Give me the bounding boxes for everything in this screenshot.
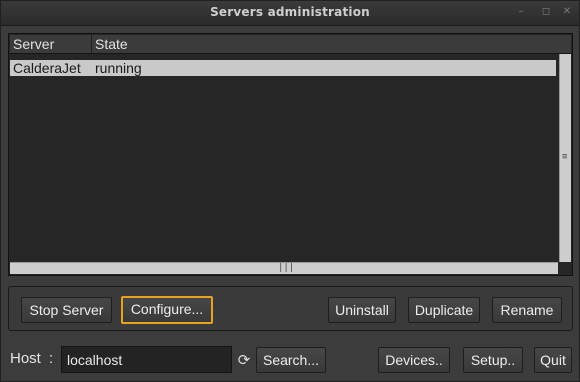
column-header-state[interactable]: State [92,35,557,53]
table-row[interactable]: CalderaJet running [10,60,556,76]
close-icon[interactable]: ✕ [560,5,574,19]
vertical-scrollbar[interactable]: ≡ [559,54,571,262]
title-bar[interactable]: Servers administration – ◻ ✕ [1,1,579,26]
uninstall-button[interactable]: Uninstall [328,297,396,323]
quit-button[interactable]: Quit [534,347,572,373]
stop-server-button[interactable]: Stop Server [21,297,112,323]
server-state-cell: running [95,60,142,76]
table-header: Server State [10,35,571,54]
vertical-scroll-thumb[interactable]: ≡ [559,54,571,262]
servers-admin-window: Servers administration – ◻ ✕ Server Stat… [0,0,580,382]
server-actions-panel: Stop Server Configure... Uninstall Dupli… [8,286,573,331]
host-colon: : [49,350,54,367]
scroll-grip-icon: ||| [278,263,295,273]
minimize-icon[interactable]: – [514,5,528,19]
refresh-icon[interactable]: ⟳ [234,350,254,370]
host-input[interactable] [61,346,232,373]
configure-button[interactable]: Configure... [121,296,213,324]
servers-table: Server State CalderaJet running ≡ ||| [8,33,573,276]
host-label: Host [10,350,41,367]
server-name-cell: CalderaJet [13,60,81,76]
horizontal-scrollbar[interactable]: ||| [10,262,558,274]
maximize-icon[interactable]: ◻ [539,5,553,19]
search-button[interactable]: Search... [256,347,326,373]
devices-button[interactable]: Devices.. [378,347,450,373]
window-title: Servers administration [210,5,370,19]
setup-button[interactable]: Setup.. [463,347,523,373]
duplicate-button[interactable]: Duplicate [408,297,480,323]
scroll-grip-icon: ≡ [562,152,568,162]
rename-button[interactable]: Rename [492,297,562,323]
column-header-server[interactable]: Server [10,35,92,53]
